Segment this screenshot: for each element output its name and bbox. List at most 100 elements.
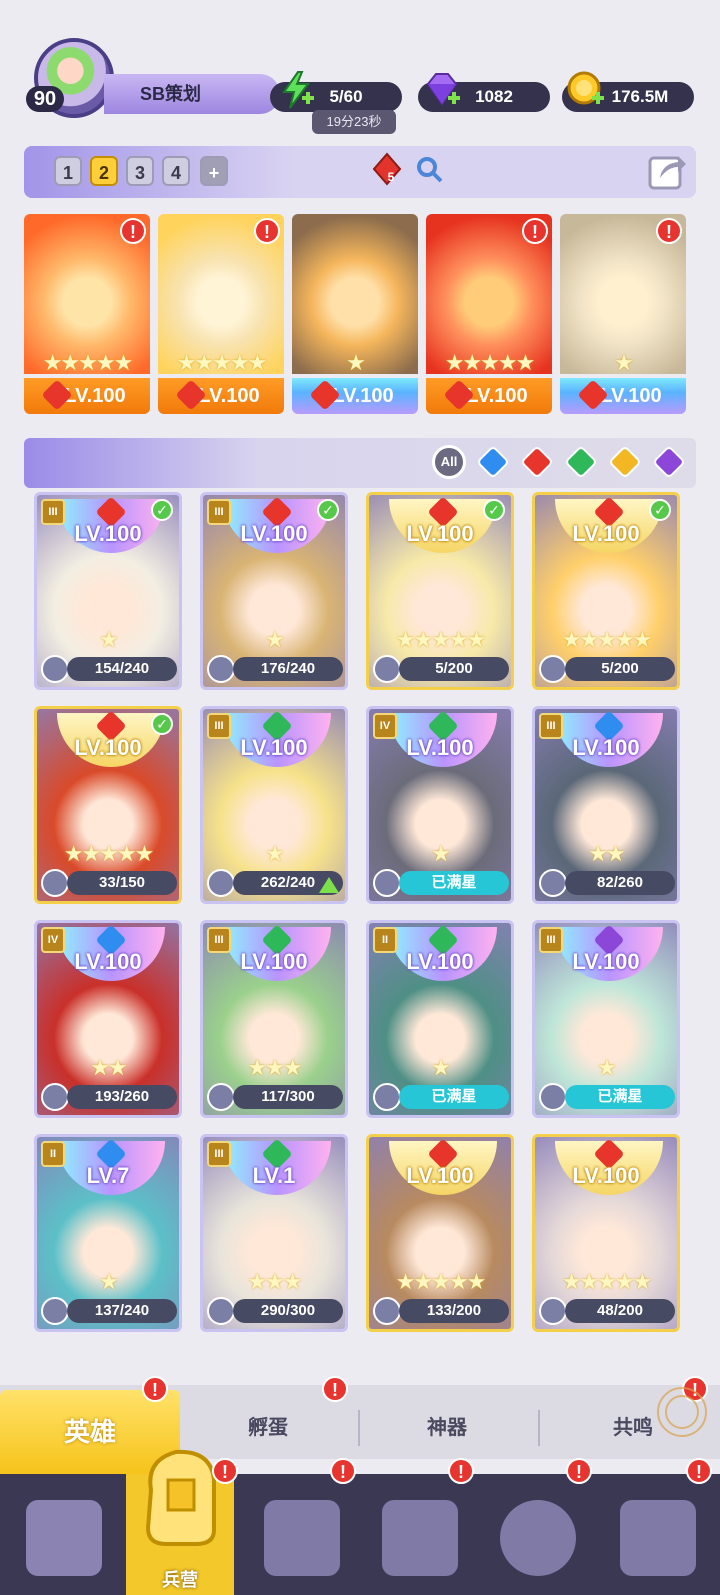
hero-level: LV.100 bbox=[572, 521, 640, 546]
star-rating: ★ bbox=[265, 627, 285, 652]
hero-card[interactable]: LV.100 ★ 262/240 III bbox=[200, 706, 348, 904]
check-icon: ✓ bbox=[151, 713, 173, 735]
search-icon[interactable] bbox=[414, 154, 444, 184]
hero-card[interactable]: LV.100 ★★★★★ 133/200 bbox=[366, 1134, 514, 1332]
shard-icon bbox=[207, 869, 235, 897]
star-rating: ★★ bbox=[588, 841, 625, 866]
lineup-hero-card[interactable]: ★ LV.100 ! bbox=[560, 214, 686, 414]
shard-progress: 已满星 bbox=[565, 1085, 675, 1109]
cards-icon[interactable] bbox=[26, 1500, 102, 1576]
shard-icon bbox=[373, 655, 401, 683]
star-rating: ★ bbox=[597, 1055, 617, 1080]
star-rating: ★★★★★ bbox=[42, 350, 134, 375]
star-rating: ★ bbox=[431, 1055, 451, 1080]
hero-card[interactable]: LV.100 ★ 154/240 III ✓ bbox=[34, 492, 182, 690]
map-book-icon[interactable] bbox=[264, 1500, 340, 1576]
nav-banner-alert-icon: ! bbox=[686, 1458, 712, 1484]
team-selector-bar bbox=[24, 146, 696, 198]
hero-card[interactable]: LV.100 ★★★★★ 5/200 ✓ bbox=[366, 492, 514, 690]
star-rating: ★★★★★ bbox=[176, 350, 268, 375]
mushroom-guild-icon[interactable] bbox=[500, 1500, 576, 1576]
star-rating: ★ bbox=[99, 627, 119, 652]
filter-light-icon[interactable] bbox=[608, 445, 642, 479]
shard-icon bbox=[539, 869, 567, 897]
hero-card[interactable]: LV.100 ★ 已满星 IV bbox=[366, 706, 514, 904]
add-team-button[interactable]: + bbox=[200, 156, 228, 186]
lineup-hero-card[interactable]: ★ LV.100 bbox=[292, 214, 418, 414]
hero-card[interactable]: LV.100 ★ 已满星 III bbox=[532, 920, 680, 1118]
shard-icon bbox=[539, 1297, 567, 1325]
banner-icon[interactable] bbox=[620, 1500, 696, 1576]
shard-progress: 154/240 bbox=[67, 657, 177, 681]
hero-card[interactable]: LV.100 ★★★★★ 5/200 ✓ bbox=[532, 492, 680, 690]
hero-card[interactable]: LV.100 ★★★★★ 48/200 bbox=[532, 1134, 680, 1332]
shard-progress: 193/260 bbox=[67, 1085, 177, 1109]
filter-nature-icon[interactable] bbox=[564, 445, 598, 479]
shard-icon bbox=[41, 869, 69, 897]
lineup-hero-card[interactable]: ★★★★★ LV.100 ! bbox=[158, 214, 284, 414]
shard-progress: 176/240 bbox=[233, 657, 343, 681]
light-element-icon bbox=[608, 445, 642, 479]
hero-level: LV.100 bbox=[74, 735, 142, 760]
energy-timer: 19分23秒 bbox=[312, 110, 396, 134]
star-rating: ★ bbox=[614, 350, 634, 375]
filter-all-button[interactable]: All bbox=[432, 445, 466, 479]
tab-artifacts[interactable]: 神器 bbox=[362, 1400, 532, 1456]
share-icon[interactable] bbox=[648, 150, 688, 190]
water-element-icon bbox=[476, 445, 510, 479]
tab-divider bbox=[358, 1410, 360, 1446]
team-tab-1[interactable]: 1 bbox=[54, 156, 82, 186]
target-reticle-icon[interactable] bbox=[650, 1380, 714, 1444]
team-tab-2[interactable]: 2 bbox=[90, 156, 118, 186]
shard-progress: 133/200 bbox=[399, 1299, 509, 1323]
hero-card[interactable]: LV.100 ★ 176/240 III ✓ bbox=[200, 492, 348, 690]
energy-lightning-icon bbox=[282, 71, 314, 109]
star-rating: ★ bbox=[99, 1269, 119, 1294]
star-rating: ★★★ bbox=[247, 1055, 302, 1080]
hero-card[interactable]: LV.100 ★★★★★ 33/150 ✓ bbox=[34, 706, 182, 904]
gem-value: 1082 bbox=[475, 87, 513, 106]
shard-progress: 5/200 bbox=[399, 657, 509, 681]
purple-gem-icon bbox=[426, 73, 460, 106]
player-level-badge: 90 bbox=[26, 86, 64, 112]
shard-icon bbox=[41, 655, 69, 683]
energy-value: 5/60 bbox=[329, 87, 363, 106]
nav-guild-alert-icon: ! bbox=[566, 1458, 592, 1484]
castle-icon[interactable] bbox=[382, 1500, 458, 1576]
hero-card[interactable]: LV.100 ★★ 193/260 IV bbox=[34, 920, 182, 1118]
player-name: SB策划 bbox=[104, 74, 280, 114]
filter-water-icon[interactable] bbox=[476, 445, 510, 479]
rank-badge: III bbox=[207, 713, 231, 739]
hero-card[interactable]: LV.1 ★★★ 290/300 III bbox=[200, 1134, 348, 1332]
fire-element-icon bbox=[520, 445, 554, 479]
lineup-hero-card[interactable]: ★★★★★ LV.100 ! bbox=[426, 214, 552, 414]
team-tab-3[interactable]: 3 bbox=[126, 156, 154, 186]
shard-progress: 48/200 bbox=[565, 1299, 675, 1323]
hero-card[interactable]: LV.7 ★ 137/240 II bbox=[34, 1134, 182, 1332]
shard-icon bbox=[41, 1083, 69, 1111]
star-rating: ★★★ bbox=[247, 1269, 302, 1294]
star-rating: ★★★★★ bbox=[63, 841, 155, 866]
gold-coin-icon bbox=[567, 71, 604, 105]
tab-heroes-alert-icon: ! bbox=[142, 1376, 168, 1402]
shard-icon bbox=[207, 655, 235, 683]
rank-badge: III bbox=[207, 499, 231, 525]
nav-barracks-alert-icon: ! bbox=[212, 1458, 238, 1484]
shard-icon bbox=[41, 1297, 69, 1325]
shard-progress: 已满星 bbox=[399, 1085, 509, 1109]
shard-progress: 已满星 bbox=[399, 871, 509, 895]
player-profile[interactable]: SB策划 90 bbox=[26, 38, 280, 118]
filter-dark-icon[interactable] bbox=[652, 445, 686, 479]
filter-fire-icon[interactable] bbox=[520, 445, 554, 479]
star-rating: ★ bbox=[346, 350, 366, 375]
shard-icon bbox=[207, 1297, 235, 1325]
shard-progress: 137/240 bbox=[67, 1299, 177, 1323]
hero-card[interactable]: LV.100 ★★★ 117/300 III bbox=[200, 920, 348, 1118]
hero-card[interactable]: LV.100 ★★ 82/260 III bbox=[532, 706, 680, 904]
lineup-hero-card[interactable]: ★★★★★ LV.100 ! bbox=[24, 214, 150, 414]
alert-icon: ! bbox=[254, 218, 280, 244]
shard-progress: 5/200 bbox=[565, 657, 675, 681]
hero-card[interactable]: LV.100 ★ 已满星 II bbox=[366, 920, 514, 1118]
team-tab-4[interactable]: 4 bbox=[162, 156, 190, 186]
rank-badge: III bbox=[539, 713, 563, 739]
